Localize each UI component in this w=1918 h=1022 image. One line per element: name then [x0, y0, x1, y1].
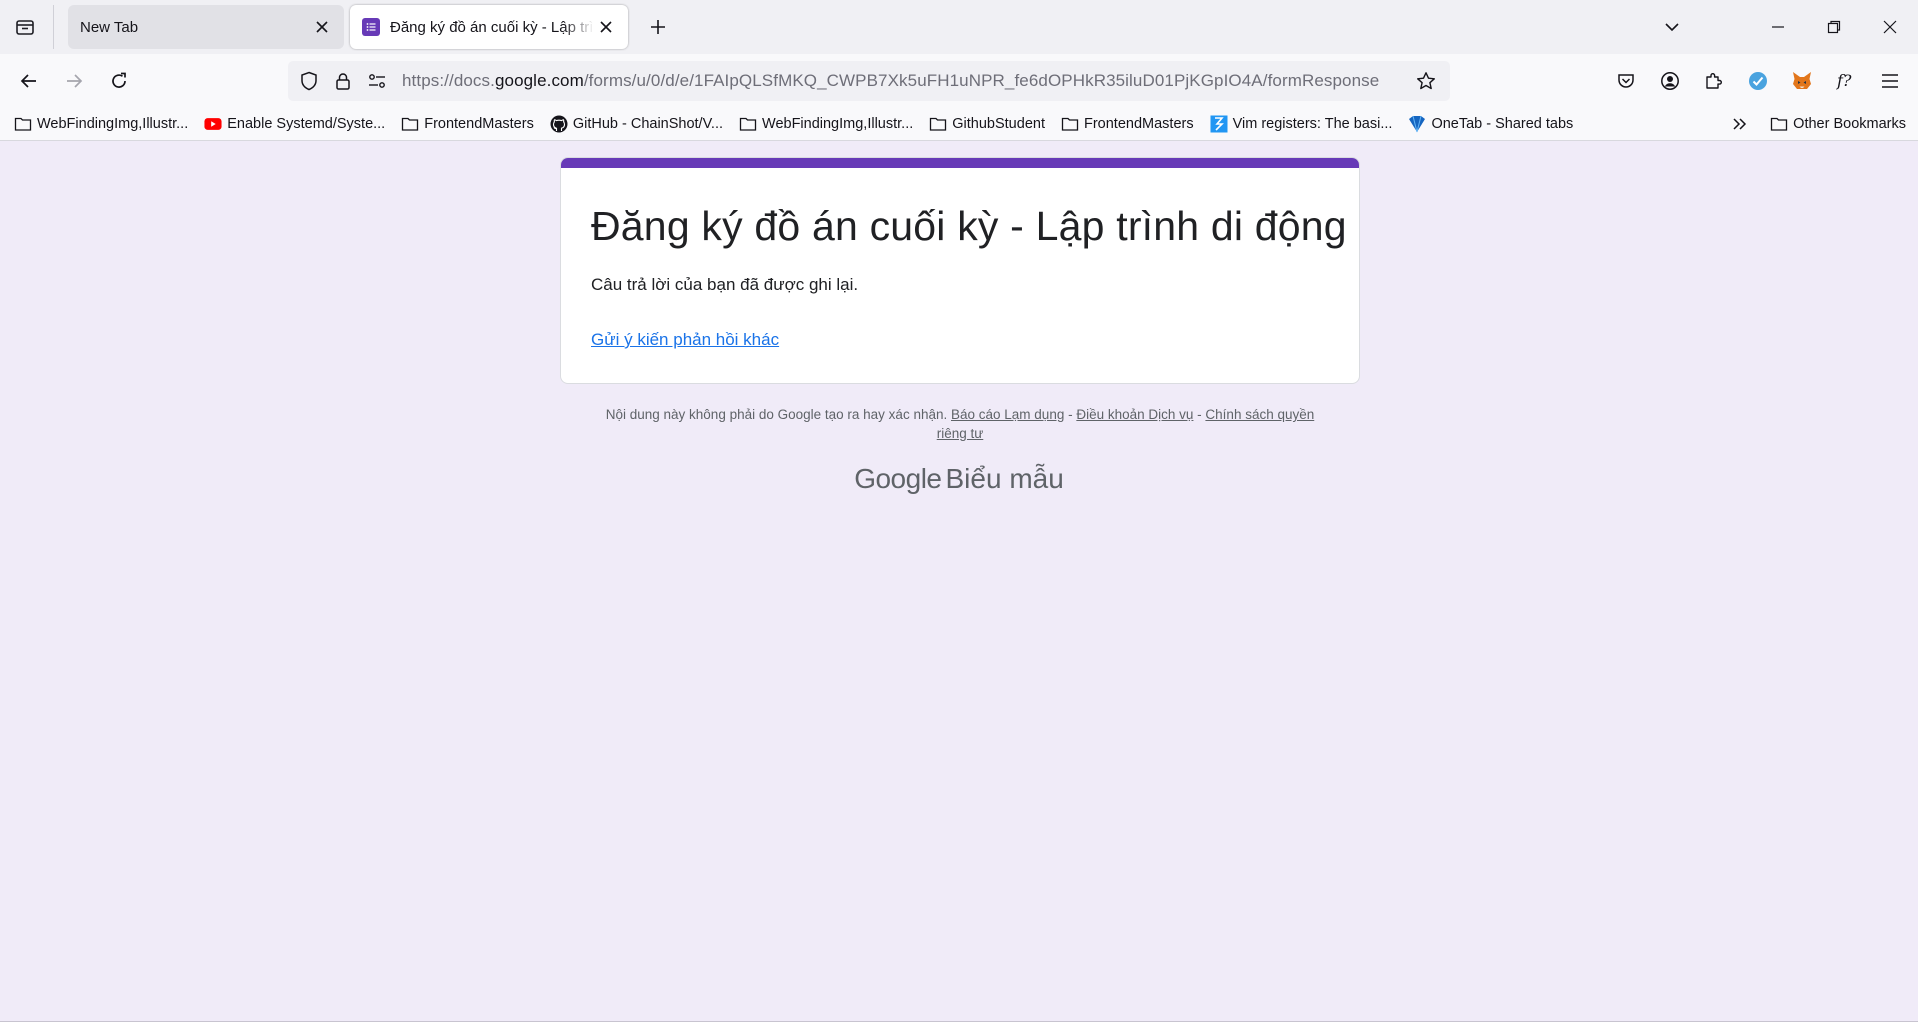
svg-text:f?: f? — [1836, 71, 1852, 90]
bookmark-item[interactable]: WebFindingImg,Illustr... — [733, 110, 919, 138]
bookmark-label: FrontendMasters — [1083, 116, 1194, 132]
other-bookmarks-label: Other Bookmarks — [1793, 116, 1906, 132]
bookmarks-overflow: Other Bookmarks — [1726, 108, 1918, 140]
url-scheme: https://docs. — [402, 71, 495, 90]
url-bar[interactable]: https://docs.google.com/forms/u/0/d/e/1F… — [288, 61, 1450, 101]
form-title: Đăng ký đồ án cuối kỳ - Lập trình di độn… — [591, 203, 1347, 249]
forms-logo-text: Biểu mẫu — [945, 463, 1064, 494]
tab-overview-icon[interactable] — [5, 7, 45, 47]
bookmark-label: WebFindingImg,Illustr... — [762, 116, 914, 132]
restore-icon[interactable] — [1806, 0, 1862, 54]
footer-disclaimer: Nội dung này không phải do Google tạo ra… — [590, 405, 1330, 443]
other-bookmarks[interactable]: Other Bookmarks — [1764, 110, 1912, 138]
url-text[interactable]: https://docs.google.com/forms/u/0/d/e/1F… — [402, 71, 1379, 91]
toolbar-right: f? — [1604, 54, 1918, 108]
extension-blue-check-icon[interactable] — [1736, 59, 1780, 103]
folder-icon — [14, 115, 32, 133]
site-permissions-icon[interactable] — [360, 61, 394, 101]
bookmark-label: WebFindingImg,Illustr... — [37, 116, 189, 132]
bookmark-label: Vim registers: The basi... — [1232, 116, 1393, 132]
account-icon[interactable] — [1648, 59, 1692, 103]
bookmark-label: Enable Systemd/Syste... — [227, 116, 386, 132]
google-forms-icon — [362, 18, 380, 36]
folder-icon — [1061, 115, 1079, 133]
separator: - — [1064, 407, 1077, 422]
window-controls — [1750, 0, 1918, 54]
report-abuse-link[interactable]: Báo cáo Lạm dụng — [951, 407, 1064, 422]
tab-title: Đăng ký đồ án cuối kỳ - Lập trình di độn… — [390, 18, 594, 36]
github-icon — [550, 115, 568, 133]
bookmark-item[interactable]: FrontendMasters — [1055, 110, 1200, 138]
folder-icon — [401, 115, 419, 133]
onetab-icon — [1408, 115, 1426, 133]
close-icon[interactable] — [594, 15, 618, 39]
bookmark-item[interactable]: Enable Systemd/Syste... — [198, 110, 391, 138]
tab-separator — [53, 5, 54, 49]
confirmation-message: Câu trả lời của bạn đã được ghi lại. — [591, 275, 859, 294]
tab-title: New Tab — [80, 18, 139, 36]
hamburger-menu-icon[interactable] — [1868, 59, 1912, 103]
form-response-card: Đăng ký đồ án cuối kỳ - Lập trình di độn… — [560, 157, 1360, 384]
google-forms-logo[interactable]: Google Biểu mẫu — [0, 463, 1918, 495]
youtube-icon — [204, 115, 222, 133]
separator: - — [1193, 407, 1206, 422]
minimize-icon[interactable] — [1750, 0, 1806, 54]
bookmark-item[interactable]: OneTab - Shared tabs — [1402, 110, 1579, 138]
disclaimer-text: Nội dung này không phải do Google tạo ra… — [605, 407, 948, 422]
lock-icon[interactable] — [326, 61, 360, 101]
bookmark-star-icon[interactable] — [1410, 65, 1442, 97]
navigation-toolbar: https://docs.google.com/forms/u/0/d/e/1F… — [0, 54, 1918, 108]
close-icon[interactable] — [310, 15, 334, 39]
extensions-puzzle-icon[interactable] — [1692, 59, 1736, 103]
forward-arrow-icon[interactable] — [54, 61, 94, 101]
pocket-icon[interactable] — [1604, 59, 1648, 103]
bookmark-label: GitHub - ChainShot/V... — [572, 116, 724, 132]
tab-new-tab[interactable]: New Tab — [68, 5, 344, 49]
bookmark-item[interactable]: GithubStudent — [923, 110, 1051, 138]
bookmark-label: FrontendMasters — [424, 116, 534, 132]
folder-icon — [929, 115, 947, 133]
chevrons-right-icon[interactable] — [1726, 110, 1754, 138]
bookmark-label: OneTab - Shared tabs — [1431, 116, 1574, 132]
site-icon — [1210, 115, 1228, 133]
close-window-icon[interactable] — [1862, 0, 1918, 54]
back-arrow-icon[interactable] — [9, 61, 49, 101]
new-tab-plus-icon[interactable] — [640, 9, 676, 45]
bookmark-item[interactable]: FrontendMasters — [395, 110, 540, 138]
reload-icon[interactable] — [99, 61, 139, 101]
bookmarks-toolbar: WebFindingImg,Illustr... Enable Systemd/… — [0, 108, 1918, 141]
tab-strip: New Tab Đăng ký đồ án cuối kỳ - Lập trìn… — [0, 0, 1918, 54]
terms-of-service-link[interactable]: Điều khoản Dịch vụ — [1076, 407, 1193, 422]
list-all-tabs-chevron-icon[interactable] — [1654, 9, 1690, 45]
url-host: google.com — [494, 71, 584, 90]
bookmark-item[interactable]: Vim registers: The basi... — [1204, 110, 1399, 138]
google-logo-text: Google — [854, 463, 942, 494]
url-path: /forms/u/0/d/e/1FAIpQLSfMKQ_CWPB7Xk5uFH1… — [583, 71, 1380, 90]
bookmark-item[interactable]: WebFindingImg,Illustr... — [8, 110, 194, 138]
font-finder-icon[interactable]: f? — [1824, 59, 1868, 103]
bookmark-item[interactable]: GitHub - ChainShot/V... — [544, 110, 729, 138]
bookmark-label: GithubStudent — [952, 116, 1045, 132]
card-accent-bar — [561, 158, 1359, 168]
submit-another-response-link[interactable]: Gửi ý kiến phản hồi khác — [591, 330, 779, 350]
metamask-fox-icon[interactable] — [1780, 59, 1824, 103]
tracking-shield-icon[interactable] — [292, 61, 326, 101]
tab-google-form[interactable]: Đăng ký đồ án cuối kỳ - Lập trình di độn… — [350, 5, 628, 49]
folder-icon — [1770, 115, 1788, 133]
page-content: Đăng ký đồ án cuối kỳ - Lập trình di độn… — [0, 141, 1918, 1022]
folder-icon — [739, 115, 757, 133]
